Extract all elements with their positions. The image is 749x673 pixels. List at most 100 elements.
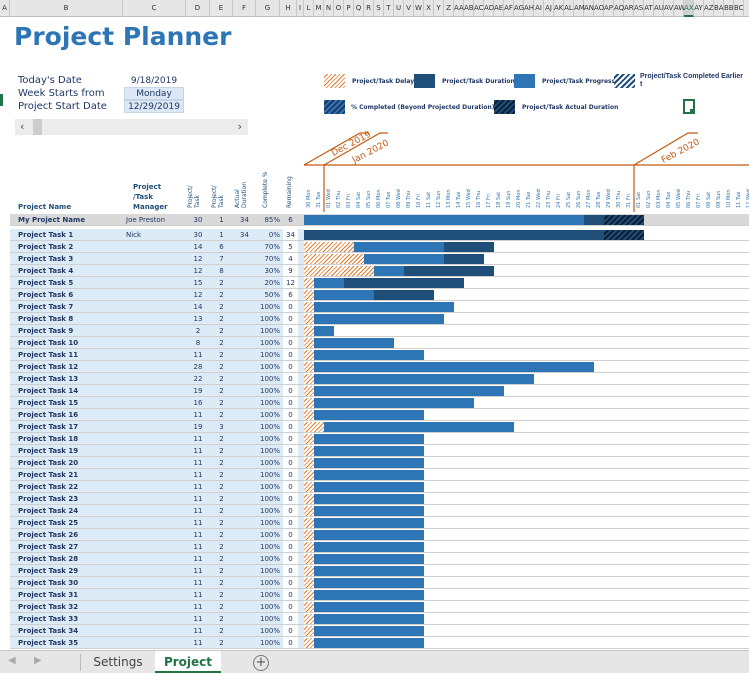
cell-remaining[interactable]: 0 (283, 409, 298, 420)
task-row[interactable]: Project Task 14 19 2 100% 0 (10, 385, 749, 397)
cell-complete[interactable]: 100% (256, 613, 280, 624)
cell-actual[interactable] (233, 553, 256, 564)
cell-name[interactable]: Project Task 33 (18, 613, 118, 624)
cell-start[interactable]: 6 (210, 241, 233, 252)
cell-start[interactable]: 2 (210, 505, 233, 516)
task-row[interactable]: Project Task 35 11 2 100% 0 (10, 637, 749, 649)
cell-duration[interactable]: 11 (186, 517, 210, 528)
cell-actual[interactable] (233, 253, 256, 264)
cell-name[interactable]: Project Task 3 (18, 253, 118, 264)
task-row[interactable]: Project Task 26 11 2 100% 0 (10, 529, 749, 541)
task-row[interactable]: Project Task 1 Nick 30 1 34 0% 34 (10, 229, 749, 241)
cell-actual[interactable] (233, 373, 256, 384)
cell-manager[interactable] (126, 373, 186, 384)
cell-actual[interactable] (233, 445, 256, 456)
cell-name[interactable]: Project Task 28 (18, 553, 118, 564)
cell-actual[interactable] (233, 385, 256, 396)
cell-start[interactable]: 2 (210, 397, 233, 408)
task-row[interactable]: Project Task 13 22 2 100% 0 (10, 373, 749, 385)
cell-manager[interactable] (126, 421, 186, 432)
cell-complete[interactable]: 100% (256, 589, 280, 600)
cell-duration[interactable]: 11 (186, 637, 210, 648)
cell-complete[interactable]: 100% (256, 373, 280, 384)
cell-manager[interactable] (126, 265, 186, 276)
cell-duration[interactable]: 11 (186, 553, 210, 564)
cell-start[interactable]: 8 (210, 265, 233, 276)
cell-start[interactable]: 2 (210, 385, 233, 396)
cell-manager[interactable] (126, 553, 186, 564)
cell-complete[interactable]: 100% (256, 625, 280, 636)
cell-duration[interactable]: 8 (186, 337, 210, 348)
cell-start[interactable]: 2 (210, 445, 233, 456)
cell-name[interactable]: Project Task 16 (18, 409, 118, 420)
task-row[interactable]: Project Task 27 11 2 100% 0 (10, 541, 749, 553)
cell-remaining[interactable]: 0 (283, 349, 298, 360)
cell-actual[interactable]: 34 (233, 229, 256, 240)
cell-start[interactable]: 2 (210, 517, 233, 528)
cell-actual[interactable] (233, 529, 256, 540)
cell-complete[interactable]: 100% (256, 421, 280, 432)
add-sheet-button[interactable]: + (253, 655, 269, 671)
cell-complete[interactable]: 100% (256, 301, 280, 312)
cell-duration[interactable]: 11 (186, 493, 210, 504)
cell-remaining[interactable]: 6 (283, 289, 298, 300)
cell-manager[interactable] (126, 529, 186, 540)
cell-remaining[interactable]: 0 (283, 337, 298, 348)
cell-remaining[interactable]: 0 (283, 421, 298, 432)
cell-name[interactable]: Project Task 7 (18, 301, 118, 312)
cell-name[interactable]: Project Task 5 (18, 277, 118, 288)
cell-actual[interactable] (233, 337, 256, 348)
cell-remaining[interactable]: 0 (283, 385, 298, 396)
cell-start[interactable]: 2 (210, 541, 233, 552)
task-row[interactable]: Project Task 25 11 2 100% 0 (10, 517, 749, 529)
cell-complete[interactable]: 100% (256, 529, 280, 540)
cell-manager[interactable]: Nick (126, 229, 186, 240)
task-row[interactable]: Project Task 19 11 2 100% 0 (10, 445, 749, 457)
cell-name[interactable]: Project Task 12 (18, 361, 118, 372)
cell-name[interactable]: Project Task 21 (18, 469, 118, 480)
task-row[interactable]: Project Task 33 11 2 100% 0 (10, 613, 749, 625)
cell-start[interactable]: 2 (210, 601, 233, 612)
cell-start[interactable]: 2 (210, 637, 233, 648)
cell-actual[interactable] (233, 481, 256, 492)
cell-actual[interactable] (233, 421, 256, 432)
cell-manager[interactable] (126, 469, 186, 480)
cell-remaining[interactable]: 0 (283, 601, 298, 612)
task-row[interactable]: Project Task 6 12 2 50% 6 (10, 289, 749, 301)
cell-remaining[interactable]: 0 (283, 373, 298, 384)
cell-manager[interactable] (126, 505, 186, 516)
task-row[interactable]: Project Task 22 11 2 100% 0 (10, 481, 749, 493)
cell-complete[interactable]: 100% (256, 481, 280, 492)
task-row[interactable]: Project Task 32 11 2 100% 0 (10, 601, 749, 613)
cell-duration[interactable]: 28 (186, 361, 210, 372)
cell-duration[interactable]: 11 (186, 349, 210, 360)
cell-complete[interactable]: 100% (256, 409, 280, 420)
cell-complete[interactable]: 100% (256, 541, 280, 552)
cell-start[interactable]: 2 (210, 481, 233, 492)
cell-complete[interactable]: 100% (256, 577, 280, 588)
cell-name[interactable]: Project Task 4 (18, 265, 118, 276)
cell-actual[interactable] (233, 589, 256, 600)
cell-manager[interactable] (126, 625, 186, 636)
task-row[interactable]: Project Task 15 16 2 100% 0 (10, 397, 749, 409)
cell-duration[interactable]: 16 (186, 397, 210, 408)
cell-duration[interactable]: 11 (186, 577, 210, 588)
task-row[interactable]: Project Task 4 12 8 30% 9 (10, 265, 749, 277)
cell-actual[interactable] (233, 469, 256, 480)
cell-start[interactable]: 2 (210, 613, 233, 624)
task-row[interactable]: Project Task 30 11 2 100% 0 (10, 577, 749, 589)
cell-actual[interactable] (233, 541, 256, 552)
cell-remaining[interactable]: 0 (283, 613, 298, 624)
cell-name[interactable]: My Project Name (18, 214, 118, 225)
cell-manager[interactable] (126, 289, 186, 300)
cell-name[interactable]: Project Task 13 (18, 373, 118, 384)
cell-complete[interactable]: 100% (256, 469, 280, 480)
cell-manager[interactable] (126, 241, 186, 252)
task-row[interactable]: Project Task 8 13 2 100% 0 (10, 313, 749, 325)
cell-duration[interactable]: 30 (186, 214, 210, 225)
cell-start[interactable]: 2 (210, 349, 233, 360)
cell-start[interactable]: 3 (210, 421, 233, 432)
cell-remaining[interactable]: 0 (283, 589, 298, 600)
cell-complete[interactable]: 100% (256, 445, 280, 456)
cell-manager[interactable]: Joe Preston (126, 214, 186, 225)
